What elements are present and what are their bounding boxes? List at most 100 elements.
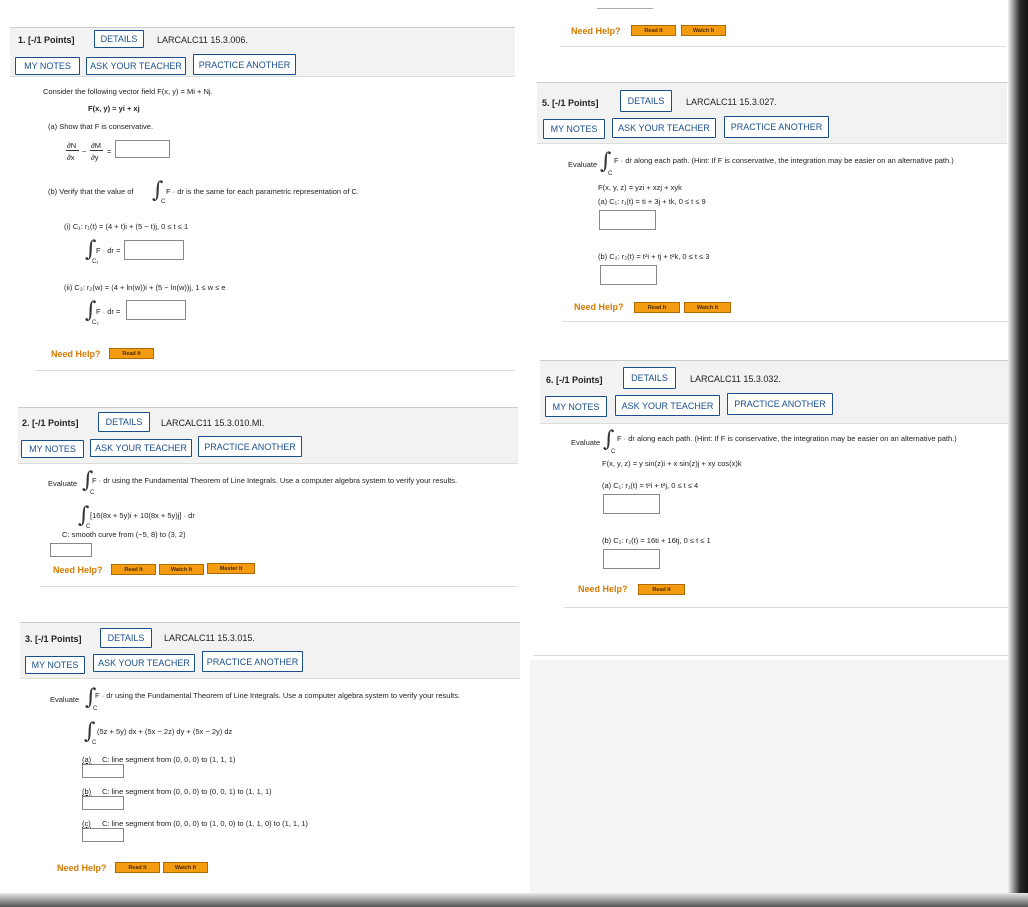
q3-b-label: (b) — [82, 787, 92, 796]
q1-dN: ∂N — [67, 141, 77, 150]
q3-practice-another-button[interactable]: PRACTICE ANOTHER — [202, 651, 303, 672]
q3-points: 3. [-/1 Points] — [25, 634, 82, 644]
q5-watch-it-button[interactable]: Watch It — [684, 302, 731, 313]
q3-c-part-label: (c) — [82, 819, 91, 828]
q1-ii-int: F · dr = — [96, 307, 121, 316]
q6-text: F · dr along each path. (Hint: If F is c… — [617, 434, 957, 443]
top-read-it-button[interactable]: Read It — [631, 25, 676, 36]
q1-read-it-button[interactable]: Read It — [109, 348, 154, 359]
q5-details-button[interactable]: DETAILS — [620, 90, 672, 112]
screen-edge — [1008, 0, 1028, 907]
q1-equals: = — [107, 147, 112, 156]
q5-b: (b) C₂: r₂(t) = t²i + tj + t²k, 0 ≤ t ≤ … — [598, 252, 710, 261]
q6-a: (a) C₁: r₁(t) = t²i + t²j, 0 ≤ t ≤ 4 — [602, 481, 699, 490]
q1-dx: ∂x — [67, 153, 75, 162]
q3-b-text: C: line segment from (0, 0, 0) to (0, 0,… — [102, 787, 272, 796]
q3-a-answer-input[interactable] — [82, 764, 124, 778]
q1-a-answer-input[interactable] — [115, 140, 170, 158]
q2-answer-input[interactable] — [50, 543, 92, 557]
q3-my-notes-button[interactable]: MY NOTES — [25, 656, 85, 674]
q5-c-label: C — [608, 171, 613, 177]
q2-c-label: C — [90, 490, 95, 496]
q3-b-answer-input[interactable] — [82, 796, 124, 810]
q5-points: 5. [-/1 Points] — [542, 98, 599, 108]
q1-b-c-label: C — [161, 199, 166, 205]
q3-evaluate: Evaluate — [50, 695, 80, 704]
screen-bottom-edge — [0, 893, 1028, 907]
q1-part-b-pre: (b) Verify that the value of — [48, 187, 134, 196]
q3-details-button[interactable]: DETAILS — [100, 628, 152, 648]
q1-part-a: (a) Show that F is conservative. — [48, 122, 154, 131]
q2-text: F · dr using the Fundamental Theorem of … — [92, 476, 458, 485]
q2-curve: C: smooth curve from (−5, 8) to (3, 2) — [62, 530, 186, 539]
q1-ii-answer-input[interactable] — [126, 300, 186, 320]
q2-ask-teacher-button[interactable]: ASK YOUR TEACHER — [90, 439, 192, 457]
q2-practice-another-button[interactable]: PRACTICE ANOTHER — [198, 436, 302, 457]
q6-c-label: C — [611, 449, 616, 455]
q5-a-answer-input[interactable] — [599, 210, 656, 230]
q3-c-text: C: line segment from (0, 0, 0) to (1, 0,… — [102, 819, 308, 828]
q3-c-answer-input[interactable] — [82, 828, 124, 842]
q3-integrand: (5z + 5y) dx + (5x − 2z) dy + (5x − 2y) … — [97, 727, 233, 736]
q5-need-help: Need Help? — [574, 302, 624, 312]
top-watch-it-button[interactable]: Watch It — [681, 25, 726, 36]
q3-code: LARCALC11 15.3.015. — [164, 633, 255, 643]
q3-body — [42, 681, 520, 891]
q5-b-answer-input[interactable] — [600, 265, 657, 285]
q6-need-help: Need Help? — [578, 584, 628, 594]
q3-c-label-2: C — [92, 740, 97, 746]
q3-read-it-button[interactable]: Read It — [115, 862, 160, 873]
q5-field: F(x, y, z) = yzi + xzj + xyk — [598, 183, 682, 192]
q5-a: (a) C₁: r₁(t) = ti + 3j + tk, 0 ≤ t ≤ 9 — [598, 197, 706, 206]
q1-my-notes-button[interactable]: MY NOTES — [15, 57, 80, 75]
q6-read-it-button[interactable]: Read It — [638, 584, 685, 595]
q1-dM: ∂M — [91, 141, 101, 150]
q5-ask-teacher-button[interactable]: ASK YOUR TEACHER — [612, 118, 716, 138]
q5-text: F · dr along each path. (Hint: If F is c… — [614, 156, 954, 165]
q1-minus: − — [82, 147, 87, 156]
q1-frac-bar-1 — [66, 150, 79, 151]
q1-practice-another-button[interactable]: PRACTICE ANOTHER — [193, 54, 296, 75]
q6-b-answer-input[interactable] — [603, 549, 660, 569]
q1-details-button[interactable]: DETAILS — [94, 30, 144, 48]
q6-a-answer-input[interactable] — [603, 494, 660, 514]
q3-ask-teacher-button[interactable]: ASK YOUR TEACHER — [93, 654, 195, 672]
q3-watch-it-button[interactable]: Watch It — [163, 862, 208, 873]
q2-code: LARCALC11 15.3.010.MI. — [161, 418, 265, 428]
q6-practice-another-button[interactable]: PRACTICE ANOTHER — [727, 393, 833, 415]
q6-my-notes-button[interactable]: MY NOTES — [545, 396, 607, 417]
q2-watch-it-button[interactable]: Watch It — [159, 564, 204, 575]
q5-my-notes-button[interactable]: MY NOTES — [543, 119, 605, 139]
q1-code: LARCALC11 15.3.006. — [157, 35, 248, 45]
q1-ii: (ii) C₂: r₂(w) = (4 + ln(w))i + (5 − ln(… — [64, 283, 226, 292]
q6-integral-sign: ∫ — [603, 427, 615, 452]
q2-read-it-button[interactable]: Read It — [111, 564, 156, 575]
q6-points: 6. [-/1 Points] — [546, 375, 603, 385]
q1-i-answer-input[interactable] — [124, 240, 184, 260]
q1-frac-bar-2 — [90, 150, 103, 151]
q1-i-integral-sign: ∫ — [85, 237, 97, 262]
q2-need-help: Need Help? — [53, 565, 103, 575]
q1-i-int: F · dr = — [96, 246, 121, 255]
q1-ask-teacher-button[interactable]: ASK YOUR TEACHER — [86, 57, 186, 75]
q6-details-button[interactable]: DETAILS — [623, 367, 676, 389]
q5-body — [562, 146, 1008, 322]
q2-details-button[interactable]: DETAILS — [98, 412, 150, 432]
top-need-help: Need Help? — [571, 26, 621, 36]
q3-text: F · dr using the Fundamental Theorem of … — [95, 691, 461, 700]
q6-b: (b) C₂: r₂(t) = 16ti + 16tj, 0 ≤ t ≤ 1 — [602, 536, 711, 545]
q5-practice-another-button[interactable]: PRACTICE ANOTHER — [724, 116, 829, 138]
q3-need-help: Need Help? — [57, 863, 107, 873]
q1-points: 1. [-/1 Points] — [18, 35, 75, 45]
top-right-rule — [597, 8, 653, 9]
q2-my-notes-button[interactable]: MY NOTES — [21, 440, 84, 458]
q5-evaluate: Evaluate — [568, 160, 598, 169]
q3-a-label: (a) — [82, 755, 92, 764]
top-right-bottom-rule — [560, 46, 1006, 47]
q5-read-it-button[interactable]: Read It — [634, 302, 680, 313]
q6-ask-teacher-button[interactable]: ASK YOUR TEACHER — [615, 395, 720, 416]
q1-field: F(x, y) = yi + xj — [88, 104, 140, 113]
q1-i-c1: C₁ — [92, 259, 99, 265]
q5-integral-sign: ∫ — [600, 149, 612, 174]
q2-master-it-button[interactable]: Master It — [207, 563, 255, 574]
